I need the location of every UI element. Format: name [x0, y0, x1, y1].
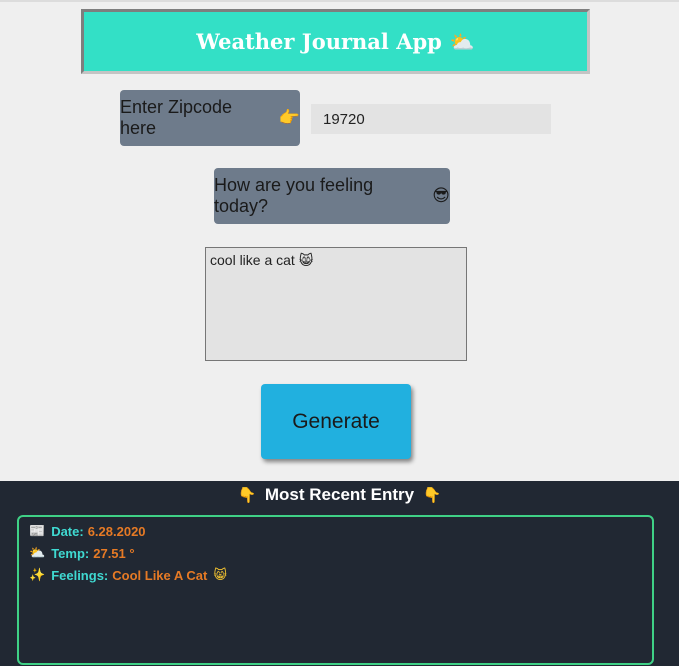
app-title: Weather Journal App [196, 29, 442, 54]
entry-temp-row: ⛅ Temp: 27.51 ° [29, 543, 642, 565]
zipcode-input[interactable] [311, 104, 551, 134]
pointing-right-icon: 👉 [278, 108, 300, 128]
recent-entry-title-text: Most Recent Entry [264, 485, 415, 504]
sparkles-icon: ✨ [29, 568, 46, 583]
sunglasses-face-icon: 😎 [432, 186, 450, 206]
entry-temp-label: Temp: [51, 546, 90, 561]
pointing-down-icon: 👇 [237, 486, 257, 504]
top-divider [0, 0, 679, 2]
recent-entry-title: 👇 Most Recent Entry 👇 [0, 485, 679, 505]
entry-temp-value: 27.51 ° [93, 546, 135, 561]
newspaper-icon: 📰 [29, 524, 46, 539]
generate-button[interactable]: Generate [261, 384, 411, 459]
entry-feelings-row: ✨ Feelings: Cool Like A Cat 😸 [29, 565, 642, 587]
sun-cloud-icon: ⛅ [29, 546, 46, 561]
feelings-textarea[interactable]: cool like a cat 😸 [205, 247, 467, 361]
zipcode-label: Enter Zipcode here 👉 [120, 90, 300, 146]
entry-date-row: 📰 Date: 6.28.2020 [29, 521, 642, 543]
recent-entry-panel: 👇 Most Recent Entry 👇 📰 Date: 6.28.2020 … [0, 481, 679, 666]
entry-holder: 📰 Date: 6.28.2020 ⛅ Temp: 27.51 ° ✨ Feel… [17, 515, 654, 665]
entry-date-label: Date: [51, 524, 84, 539]
zipcode-label-text: Enter Zipcode here [120, 97, 233, 138]
feelings-label-text: How are you feeling today? [214, 175, 374, 216]
feelings-label: How are you feeling today? 😎 [214, 168, 450, 224]
grinning-cat-icon: 😸 [298, 253, 314, 269]
pointing-down-icon: 👇 [422, 486, 442, 504]
grinning-cat-icon: 😸 [213, 568, 227, 583]
app-header: Weather Journal App ⛅ [81, 9, 590, 74]
entry-feelings-value: Cool Like A Cat [112, 568, 208, 583]
feelings-text: cool like a cat [210, 252, 295, 268]
entry-date-value: 6.28.2020 [87, 524, 146, 539]
sun-cloud-icon: ⛅ [449, 29, 475, 54]
entry-feelings-label: Feelings: [51, 568, 109, 583]
